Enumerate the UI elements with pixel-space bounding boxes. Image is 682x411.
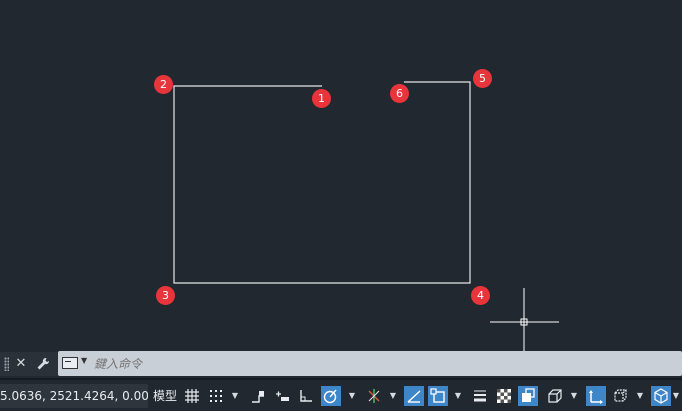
drag-grip-icon[interactable] — [4, 357, 9, 371]
vertex-marker-5: 5 — [473, 69, 492, 88]
dynamic-ucs-icon[interactable] — [586, 386, 606, 406]
coordinate-readout[interactable]: 5.0636, 2521.4264, 0.0000 — [0, 384, 148, 408]
isodraft-icon[interactable] — [364, 386, 384, 406]
chevron-down-icon[interactable]: ▼ — [672, 389, 680, 403]
chevron-down-icon[interactable]: ▼ — [231, 389, 239, 403]
selection-cycling-icon[interactable] — [518, 386, 538, 406]
close-icon[interactable]: ✕ — [13, 356, 29, 372]
vertex-marker-3: 3 — [156, 286, 175, 305]
chevron-down-icon[interactable]: ▼ — [81, 356, 87, 365]
dynamic-input-icon[interactable] — [272, 386, 292, 406]
rectangle-left-polyline — [173, 81, 471, 284]
wrench-icon[interactable] — [35, 356, 51, 372]
drawing-geometry — [173, 81, 559, 352]
drawing-canvas[interactable]: 1 2 3 4 5 6 — [0, 0, 682, 352]
snap-toggle-icon[interactable] — [206, 386, 226, 406]
chevron-down-icon[interactable]: ▼ — [636, 389, 644, 403]
polar-tracking-icon[interactable] — [321, 386, 341, 406]
vertex-marker-6: 6 — [390, 84, 409, 103]
model-tab[interactable]: 模型 — [151, 384, 179, 408]
chevron-down-icon[interactable]: ▼ — [389, 389, 397, 403]
ortho-mode-icon[interactable] — [296, 386, 316, 406]
status-bar: 5.0636, 2521.4264, 0.0000 模型 ▼ ▼ ▼ ▼ ▼ ▼… — [0, 378, 682, 411]
chevron-down-icon[interactable]: ▼ — [348, 389, 356, 403]
selection-filter-icon[interactable] — [610, 386, 630, 406]
command-input[interactable] — [94, 354, 654, 373]
lineweight-icon[interactable] — [470, 386, 490, 406]
chevron-down-icon[interactable]: ▼ — [570, 389, 578, 403]
3d-object-snap-icon[interactable] — [545, 386, 565, 406]
vertex-marker-2: 2 — [154, 75, 173, 94]
crosshair-cursor — [490, 288, 559, 352]
transparency-icon[interactable] — [494, 386, 514, 406]
command-input-box[interactable]: ▼ — [58, 351, 682, 376]
gizmo-icon[interactable] — [651, 386, 671, 406]
vertex-marker-4: 4 — [471, 286, 490, 305]
chevron-down-icon[interactable]: ▼ — [454, 389, 462, 403]
vertex-marker-1: 1 — [312, 89, 331, 108]
object-snap-tracking-icon[interactable] — [404, 386, 424, 406]
grid-toggle-icon[interactable] — [182, 386, 202, 406]
command-prompt-icon[interactable] — [62, 357, 78, 369]
infer-constraints-icon[interactable] — [248, 386, 268, 406]
object-snap-icon[interactable] — [428, 386, 448, 406]
